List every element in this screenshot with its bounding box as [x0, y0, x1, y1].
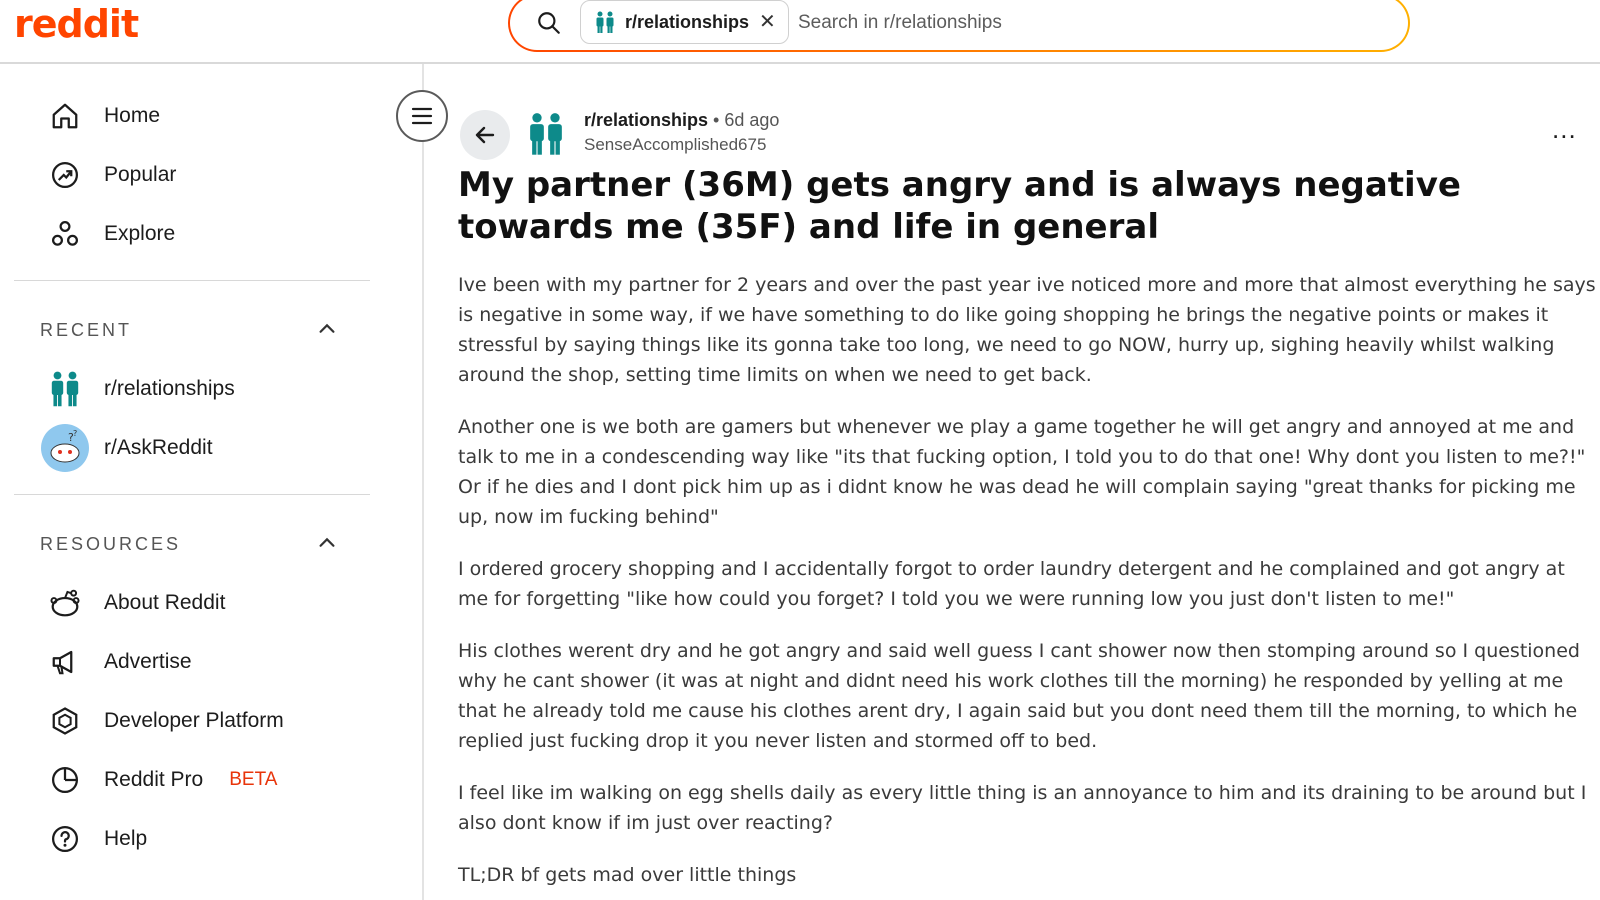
reddit-logo[interactable]: reddit	[14, 2, 139, 46]
subreddit-avatar-icon[interactable]	[528, 112, 564, 161]
sidebar-item-reddit-pro[interactable]: Reddit Pro BETA	[48, 760, 277, 800]
search-input[interactable]	[798, 6, 1358, 40]
sidebar-item-about-reddit[interactable]: About Reddit	[48, 583, 225, 623]
reddit-alien-icon	[48, 586, 82, 620]
post-paragraph: His clothes werent dry and he got angry …	[458, 640, 1580, 752]
resources-section-title[interactable]: RESOURCES	[40, 534, 181, 555]
post-meta: r/relationships • 6d ago SenseAccomplish…	[584, 110, 779, 155]
reddit-pro-icon	[48, 763, 82, 797]
sidebar-item-askreddit[interactable]: ? ? r/AskReddit	[41, 424, 213, 472]
help-icon	[48, 822, 82, 856]
sidebar-item-label: Popular	[104, 163, 177, 186]
close-icon[interactable]: ✕	[759, 12, 776, 32]
post-timestamp: 6d ago	[724, 110, 780, 130]
post-paragraph: Ive been with my partner for 2 years and…	[458, 274, 1596, 386]
popular-icon	[48, 158, 82, 192]
askreddit-community-icon: ? ?	[40, 423, 90, 473]
post-paragraph: Another one is we both are gamers but wh…	[458, 416, 1586, 528]
community-search-chip[interactable]: r/relationships ✕	[580, 0, 789, 44]
sidebar-item-label: Reddit Pro	[104, 768, 204, 791]
sidebar-item-label: Help	[104, 827, 148, 850]
chevron-up-icon[interactable]	[316, 318, 338, 340]
relationships-community-icon	[596, 11, 614, 33]
sidebar-item-advertise[interactable]: Advertise	[48, 642, 192, 682]
sidebar-item-label: About Reddit	[104, 591, 226, 614]
sidebar-item-home[interactable]: Home	[48, 96, 160, 136]
sidebar-item-popular[interactable]: Popular	[48, 155, 176, 195]
explore-icon	[48, 217, 82, 251]
sidebar-divider	[14, 280, 370, 281]
more-options-button[interactable]: ...	[1552, 114, 1577, 145]
sidebar-item-explore[interactable]: Explore	[48, 214, 175, 254]
developer-platform-icon	[48, 704, 82, 738]
relationships-community-icon	[48, 371, 82, 407]
home-icon	[48, 99, 82, 133]
left-sidebar: Home Popular Explore RECENT r/relationsh…	[0, 64, 424, 900]
meta-separator: •	[713, 110, 720, 130]
post-container: r/relationships • 6d ago SenseAccomplish…	[424, 64, 1600, 900]
post-title: My partner (36M) gets angry and is alway…	[458, 165, 1461, 247]
chevron-up-icon[interactable]	[316, 532, 338, 554]
post-author[interactable]: SenseAccomplished675	[584, 135, 779, 155]
sidebar-item-label: Developer Platform	[104, 709, 284, 732]
post-paragraph: TL;DR bf gets mad over little things	[458, 864, 797, 886]
top-header: reddit r/relationships ✕	[0, 0, 1600, 64]
megaphone-icon	[48, 645, 82, 679]
back-button[interactable]	[460, 110, 510, 160]
search-icon	[538, 12, 560, 34]
beta-badge: BETA	[229, 769, 278, 790]
recent-section-title[interactable]: RECENT	[40, 320, 132, 341]
sidebar-item-label: Explore	[104, 222, 176, 245]
post-paragraph: I ordered grocery shopping and I acciden…	[458, 558, 1565, 610]
search-bar[interactable]: r/relationships ✕	[508, 0, 1410, 52]
sidebar-item-label: Home	[104, 104, 161, 127]
sidebar-item-label: r/relationships	[104, 377, 235, 400]
svg-text:?: ?	[73, 429, 77, 438]
sidebar-item-developer-platform[interactable]: Developer Platform	[48, 701, 284, 741]
post-body: Ive been with my partner for 2 years and…	[458, 270, 1596, 900]
subreddit-link[interactable]: r/relationships	[584, 110, 708, 130]
sidebar-item-label: Advertise	[104, 650, 192, 673]
sidebar-item-label: r/AskReddit	[104, 436, 213, 459]
sidebar-item-help[interactable]: Help	[48, 819, 147, 859]
post-paragraph: I feel like im walking on egg shells dai…	[458, 782, 1587, 834]
back-arrow-icon	[475, 126, 495, 144]
sidebar-divider	[14, 494, 370, 495]
sidebar-item-relationships[interactable]: r/relationships	[48, 369, 235, 409]
chip-label: r/relationships	[625, 11, 750, 32]
